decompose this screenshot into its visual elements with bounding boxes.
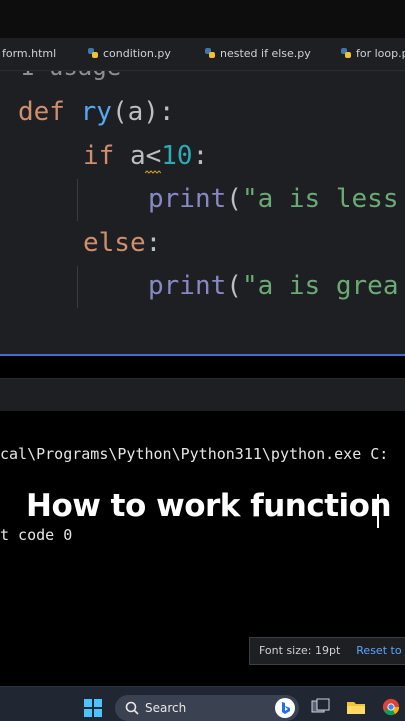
indent-guide — [77, 179, 78, 221]
indent-guide — [77, 266, 78, 308]
file-explorer-icon[interactable] — [346, 698, 366, 716]
code-line-def: def ry(a): — [18, 97, 175, 127]
keyword-else: else — [83, 228, 146, 258]
code-editor[interactable]: 1 usage def ry(a): if a<10: print("a is … — [0, 71, 405, 356]
open-paren: ( — [226, 271, 242, 301]
warning-squiggle — [145, 170, 161, 174]
python-file-icon — [341, 48, 351, 58]
tab-label: condition.py — [103, 47, 171, 60]
tab-for-loop-py[interactable]: for loop.py — [341, 38, 405, 70]
python-file-icon — [205, 48, 215, 58]
tab-nested-if-else-py[interactable]: nested if else.py — [205, 38, 311, 70]
code-line-print-less: print("a is less — [148, 184, 398, 214]
bing-icon — [275, 698, 295, 718]
function-params: (a): — [111, 97, 175, 127]
font-size-popup: Font size: 19pt Reset to 13 — [249, 637, 405, 665]
number-literal: 10 — [161, 141, 193, 171]
video-title-overlay: How to work function — [26, 488, 392, 524]
panel-divider — [0, 356, 405, 378]
run-panel-header[interactable] — [0, 378, 405, 412]
font-size-label: Font size: 19pt — [259, 644, 341, 657]
search-placeholder: Search — [145, 701, 187, 715]
code-line-else: else: — [83, 228, 161, 258]
top-strip — [0, 0, 405, 38]
windows-taskbar: Search — [0, 686, 405, 721]
console-exit-line: t code 0 — [0, 526, 73, 544]
taskbar-search-box[interactable]: Search — [115, 695, 299, 721]
text-caret — [377, 494, 379, 528]
task-view-icon[interactable] — [311, 698, 331, 716]
code-line-print-greater: print("a is grea — [148, 271, 398, 301]
keyword-if: if — [83, 141, 115, 171]
builtin-print: print — [148, 184, 227, 214]
colon: : — [192, 141, 209, 171]
windows-start-icon[interactable] — [84, 699, 102, 717]
function-name: ry — [80, 97, 112, 127]
chrome-icon[interactable] — [381, 698, 401, 716]
colon: : — [145, 228, 162, 258]
tab-condition-py[interactable]: condition.py — [88, 38, 171, 70]
tab-label: for loop.py — [356, 47, 405, 60]
code-line-if: if a<10: — [83, 141, 208, 171]
reset-font-link[interactable]: Reset to 13 — [356, 644, 405, 657]
console-command-line: cal\Programs\Python\Python311\python.exe… — [0, 445, 389, 463]
operator-less-than: < — [145, 141, 162, 171]
tab-label: nested if else.py — [220, 47, 311, 60]
variable-a: a — [129, 141, 146, 171]
open-paren: ( — [226, 184, 242, 214]
string-literal: "a is less — [241, 184, 399, 214]
editor-tab-bar: form.html condition.py nested if else.py… — [0, 38, 405, 71]
keyword-def: def — [18, 97, 65, 127]
tab-form-html[interactable]: form.html — [2, 38, 56, 70]
search-icon — [125, 701, 139, 715]
tab-label: form.html — [2, 47, 57, 60]
python-file-icon — [88, 48, 98, 58]
string-literal: "a is grea — [241, 271, 399, 301]
builtin-print: print — [148, 271, 227, 301]
usage-hint[interactable]: 1 usage — [20, 71, 121, 81]
